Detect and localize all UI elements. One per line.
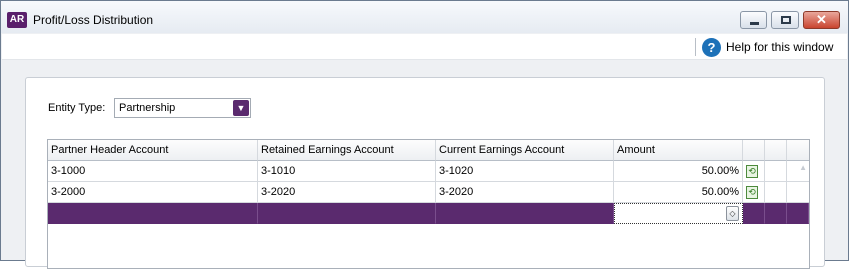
column-header-action (743, 140, 765, 161)
maximize-button[interactable] (771, 11, 799, 29)
help-bar: ? Help for this window (2, 34, 847, 60)
scroll-up-icon[interactable]: ▲ (799, 163, 807, 172)
current-account-input[interactable] (436, 203, 614, 224)
help-link-label: Help for this window (726, 40, 834, 54)
column-header-retained[interactable]: Retained Earnings Account (258, 140, 436, 161)
current-account-cell[interactable]: 3-2020 (436, 182, 614, 203)
amount-spinner-icon[interactable]: ◇ (726, 206, 739, 221)
row-spacer-cell (765, 161, 787, 182)
maximize-icon (781, 16, 791, 24)
distribution-grid: Partner Header Account Retained Earnings… (47, 139, 810, 269)
close-button[interactable]: ✕ (803, 11, 840, 29)
column-header-blank (765, 140, 787, 161)
amount-cell[interactable]: 50.00% (614, 161, 743, 182)
entity-type-dropdown[interactable]: Partnership ▼ (114, 98, 251, 118)
partner-account-cell[interactable]: 3-1000 (48, 161, 258, 182)
column-header-partner[interactable]: Partner Header Account (48, 140, 258, 161)
recycle-icon[interactable]: ⟲ (746, 186, 758, 199)
chevron-down-icon[interactable]: ▼ (233, 100, 249, 116)
app-logo-icon: AR (7, 12, 27, 28)
column-header-scroll (787, 140, 809, 161)
title-bar[interactable]: AR Profit/Loss Distribution ✕ (1, 1, 848, 33)
scroll-cell (787, 203, 809, 224)
column-header-current[interactable]: Current Earnings Account (436, 140, 614, 161)
retained-account-input[interactable] (258, 203, 436, 224)
entity-type-label: Entity Type: (48, 102, 106, 114)
minimize-icon (750, 22, 759, 25)
retained-account-cell[interactable]: 3-1010 (258, 161, 436, 182)
window-title: Profit/Loss Distribution (33, 13, 154, 27)
row-action-cell[interactable]: ⟲ (743, 182, 765, 203)
row-action-cell (743, 203, 765, 224)
new-entry-row[interactable]: ◇ (48, 203, 809, 224)
profit-loss-window: AR Profit/Loss Distribution ✕ ? Help for… (0, 0, 849, 269)
table-row[interactable]: 3-1000 3-1010 3-1020 50.00% ⟲ ▲ (48, 161, 809, 182)
distribution-panel: Entity Type: Partnership ▼ Partner Heade… (25, 77, 825, 269)
recycle-icon[interactable]: ⟲ (746, 165, 758, 178)
retained-account-cell[interactable]: 3-2020 (258, 182, 436, 203)
row-spacer-cell (765, 203, 787, 224)
partner-account-input[interactable] (48, 203, 258, 224)
grid-header-row: Partner Header Account Retained Earnings… (48, 140, 809, 161)
partner-account-cell[interactable]: 3-2000 (48, 182, 258, 203)
table-row[interactable]: 3-2000 3-2020 3-2020 50.00% ⟲ (48, 182, 809, 203)
row-action-cell[interactable]: ⟲ (743, 161, 765, 182)
close-icon: ✕ (816, 12, 827, 27)
row-spacer-cell (765, 182, 787, 203)
amount-cell[interactable]: 50.00% (614, 182, 743, 203)
current-account-cell[interactable]: 3-1020 (436, 161, 614, 182)
help-icon: ? (702, 37, 721, 57)
help-link[interactable]: ? Help for this window (702, 37, 833, 57)
scroll-cell: ▲ (787, 161, 809, 182)
column-header-amount[interactable]: Amount (614, 140, 743, 161)
minimize-button[interactable] (740, 11, 767, 29)
entity-type-value: Partnership (119, 102, 176, 114)
help-separator (695, 38, 696, 56)
scroll-cell (787, 182, 809, 203)
amount-input[interactable]: ◇ (614, 203, 743, 224)
